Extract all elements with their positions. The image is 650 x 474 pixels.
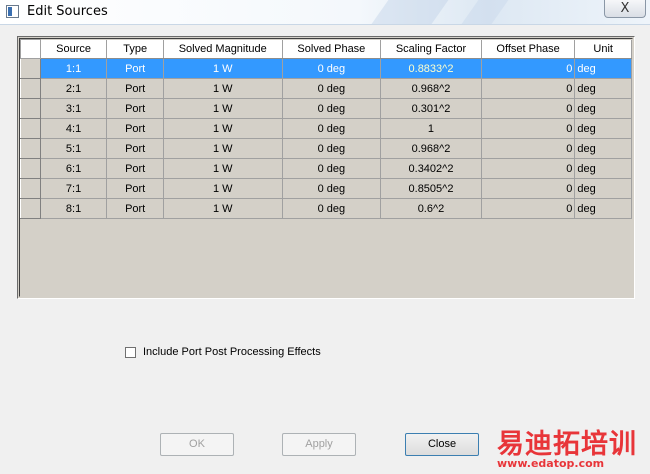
- cell-source[interactable]: 5:1: [40, 138, 108, 159]
- cell-source[interactable]: 2:1: [40, 78, 108, 99]
- row-header[interactable]: [20, 118, 41, 139]
- close-button[interactable]: Close: [405, 433, 479, 456]
- cell-offset-phase[interactable]: 0: [481, 98, 576, 119]
- cell-source[interactable]: 3:1: [40, 98, 108, 119]
- cell-offset-phase[interactable]: 0: [481, 78, 576, 99]
- row-header[interactable]: [20, 98, 41, 119]
- table-row[interactable]: 3:1 Port 1 W0 deg 0.301^2 0 deg: [20, 98, 632, 119]
- cell-solved-phase[interactable]: 0 deg: [282, 138, 382, 159]
- cell-offset-phase[interactable]: 0: [481, 178, 576, 199]
- cell-solved-magnitude[interactable]: 1 W: [163, 178, 283, 199]
- cell-offset-phase[interactable]: 0: [481, 118, 576, 139]
- ok-button[interactable]: OK: [160, 433, 234, 456]
- column-header-unit[interactable]: Unit: [574, 39, 632, 59]
- include-post-processing-checkbox[interactable]: [125, 347, 136, 358]
- watermark-url: www.edatop.com: [497, 457, 605, 470]
- cell-source[interactable]: 4:1: [40, 118, 108, 139]
- sources-grid-viewport: Source Type Solved Magnitude Solved Phas…: [19, 38, 633, 297]
- cell-offset-phase[interactable]: 0: [481, 138, 576, 159]
- cell-solved-phase[interactable]: 0 deg: [282, 98, 382, 119]
- cell-source[interactable]: 7:1: [40, 178, 108, 199]
- cell-solved-phase[interactable]: 0 deg: [282, 118, 382, 139]
- cell-scaling-factor[interactable]: 0.968^2: [380, 78, 482, 99]
- row-header[interactable]: [20, 178, 41, 199]
- cell-scaling-factor[interactable]: 0.968^2: [380, 138, 482, 159]
- cell-unit[interactable]: deg: [574, 178, 632, 199]
- cell-unit[interactable]: deg: [574, 58, 632, 79]
- cell-type[interactable]: Port: [106, 158, 164, 179]
- cell-solved-magnitude[interactable]: 1 W: [163, 58, 283, 79]
- table-row[interactable]: 8:1 Port 1 W0 deg 0.6^2 0 deg: [20, 198, 632, 219]
- column-header-type[interactable]: Type: [106, 39, 164, 59]
- window-close-button[interactable]: X: [604, 0, 646, 18]
- row-header[interactable]: [20, 158, 41, 179]
- window-title: Edit Sources: [27, 4, 108, 19]
- cell-unit[interactable]: deg: [574, 158, 632, 179]
- cell-unit[interactable]: deg: [574, 78, 632, 99]
- cell-type[interactable]: Port: [106, 98, 164, 119]
- sources-table: Source Type Solved Magnitude Solved Phas…: [20, 39, 632, 219]
- cell-scaling-factor[interactable]: 0.301^2: [380, 98, 482, 119]
- cell-solved-phase[interactable]: 0 deg: [282, 178, 382, 199]
- cell-source[interactable]: 8:1: [40, 198, 108, 219]
- cell-type[interactable]: Port: [106, 58, 164, 79]
- watermark-text: 易迪拓培训: [497, 429, 637, 460]
- table-row[interactable]: 7:1 Port 1 W0 deg 0.8505^2 0 deg: [20, 178, 632, 199]
- table-row[interactable]: 5:1 Port 1 W0 deg 0.968^2 0 deg: [20, 138, 632, 159]
- cell-source[interactable]: 1:1: [40, 58, 108, 79]
- cell-solved-magnitude[interactable]: 1 W: [163, 138, 283, 159]
- table-row[interactable]: 4:1 Port 1 W0 deg 1 0 deg: [20, 118, 632, 139]
- column-header-offset-phase[interactable]: Offset Phase: [481, 39, 576, 59]
- include-post-processing-label[interactable]: Include Port Post Processing Effects: [143, 346, 321, 358]
- cell-type[interactable]: Port: [106, 78, 164, 99]
- cell-solved-magnitude[interactable]: 1 W: [163, 78, 283, 99]
- watermark-logo: 易迪拓培训 www.edatop.com: [495, 422, 650, 474]
- cell-solved-phase[interactable]: 0 deg: [282, 78, 382, 99]
- cell-scaling-factor[interactable]: 1: [380, 118, 482, 139]
- cell-scaling-factor[interactable]: 0.8833^2: [380, 58, 482, 79]
- row-header[interactable]: [20, 58, 41, 79]
- cell-source[interactable]: 6:1: [40, 158, 108, 179]
- cell-type[interactable]: Port: [106, 178, 164, 199]
- cell-solved-phase[interactable]: 0 deg: [282, 58, 382, 79]
- column-header-solved-phase[interactable]: Solved Phase: [282, 39, 382, 59]
- cell-offset-phase[interactable]: 0: [481, 58, 576, 79]
- column-header-source[interactable]: Source: [40, 39, 108, 59]
- row-header[interactable]: [20, 138, 41, 159]
- cell-solved-magnitude[interactable]: 1 W: [163, 198, 283, 219]
- cell-type[interactable]: Port: [106, 138, 164, 159]
- table-row[interactable]: 6:1 Port 1 W0 deg 0.3402^2 0 deg: [20, 158, 632, 179]
- cell-solved-phase[interactable]: 0 deg: [282, 198, 382, 219]
- table-header-row: Source Type Solved Magnitude Solved Phas…: [20, 39, 632, 59]
- cell-unit[interactable]: deg: [574, 138, 632, 159]
- cell-scaling-factor[interactable]: 0.8505^2: [380, 178, 482, 199]
- table-row[interactable]: 2:1 Port 1 W0 deg 0.968^2 0 deg: [20, 78, 632, 99]
- cell-offset-phase[interactable]: 0: [481, 198, 576, 219]
- cell-type[interactable]: Port: [106, 198, 164, 219]
- corner-cell[interactable]: [20, 39, 41, 59]
- row-header[interactable]: [20, 198, 41, 219]
- cell-solved-magnitude[interactable]: 1 W: [163, 118, 283, 139]
- cell-scaling-factor[interactable]: 0.3402^2: [380, 158, 482, 179]
- cell-unit[interactable]: deg: [574, 118, 632, 139]
- app-icon: [6, 5, 19, 18]
- sources-grid[interactable]: Source Type Solved Magnitude Solved Phas…: [17, 36, 635, 299]
- cell-solved-magnitude[interactable]: 1 W: [163, 98, 283, 119]
- table-row[interactable]: 1:1 Port 1 W0 deg 0.8833^2 0 deg: [20, 58, 632, 79]
- cell-unit[interactable]: deg: [574, 98, 632, 119]
- apply-button[interactable]: Apply: [282, 433, 356, 456]
- column-header-scaling-factor[interactable]: Scaling Factor: [380, 39, 482, 59]
- cell-scaling-factor[interactable]: 0.6^2: [380, 198, 482, 219]
- cell-solved-magnitude[interactable]: 1 W: [163, 158, 283, 179]
- cell-unit[interactable]: deg: [574, 198, 632, 219]
- cell-solved-phase[interactable]: 0 deg: [282, 158, 382, 179]
- column-header-solved-magnitude[interactable]: Solved Magnitude: [163, 39, 283, 59]
- cell-offset-phase[interactable]: 0: [481, 158, 576, 179]
- row-header[interactable]: [20, 78, 41, 99]
- cell-type[interactable]: Port: [106, 118, 164, 139]
- title-bar: Edit Sources X: [0, 0, 650, 25]
